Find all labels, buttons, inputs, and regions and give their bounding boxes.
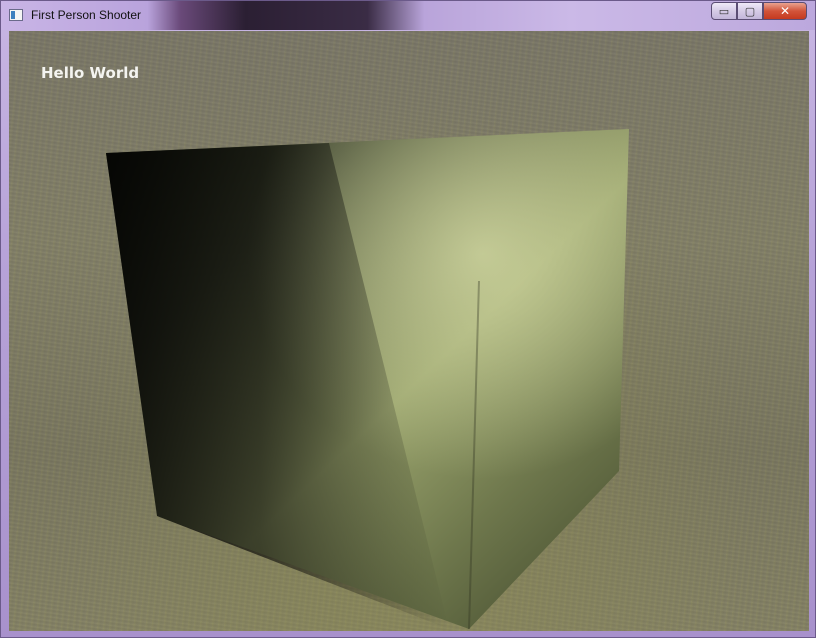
game-viewport[interactable]: Hello World	[9, 31, 809, 631]
maximize-button[interactable]: ▢	[737, 2, 763, 20]
window-controls: ▭ ▢ ✕	[711, 2, 807, 21]
cube-3d	[106, 129, 629, 630]
close-button[interactable]: ✕	[763, 2, 807, 20]
minimize-button[interactable]: ▭	[711, 2, 737, 20]
app-window: First Person Shooter ▭ ▢ ✕ Hello World	[0, 0, 816, 638]
app-icon	[9, 9, 23, 21]
title-bar[interactable]: First Person Shooter ▭ ▢ ✕	[1, 1, 815, 30]
hud-hello-text: Hello World	[41, 64, 140, 82]
window-title: First Person Shooter	[31, 8, 142, 22]
